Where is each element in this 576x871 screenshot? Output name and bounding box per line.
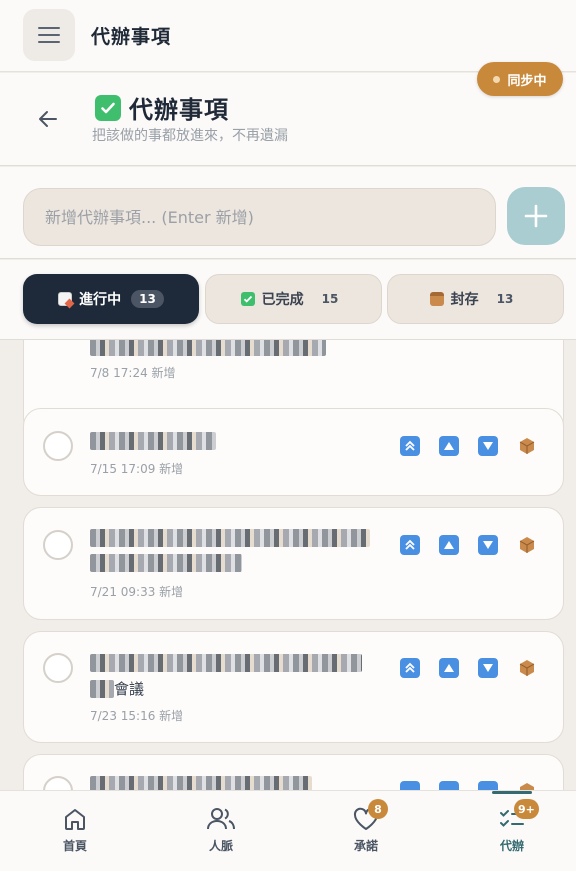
tab-label: 進行中	[79, 292, 122, 308]
triangle-up-icon	[444, 442, 454, 450]
todo-actions	[400, 781, 537, 790]
sync-status-badge: 同步中	[477, 62, 563, 96]
top-bar: 代辦事項	[0, 0, 576, 72]
todo-text-visible: 會議	[114, 680, 145, 698]
complete-checkbox[interactable]	[43, 776, 73, 790]
nav-badge: 8	[368, 799, 388, 819]
move-up-button[interactable]	[439, 436, 459, 456]
triangle-down-icon	[483, 442, 493, 450]
complete-checkbox[interactable]	[43, 530, 73, 560]
todo-text-redacted	[90, 554, 242, 572]
todo-item: 7/21 09:33 新增	[23, 507, 564, 620]
move-up-button[interactable]	[439, 535, 459, 555]
package-icon	[519, 537, 535, 553]
menu-button[interactable]	[23, 9, 75, 61]
check-box-icon	[95, 94, 121, 121]
todo-text-redacted	[90, 654, 362, 672]
page-title-group: 代辦事項	[95, 90, 229, 125]
double-up-icon	[405, 539, 415, 550]
memo-icon	[58, 292, 75, 309]
triangle-down-icon	[483, 541, 493, 549]
move-up-button[interactable]	[439, 658, 459, 678]
todo-text-redacted	[90, 776, 312, 790]
plus-icon	[524, 204, 548, 228]
todo-actions	[400, 658, 537, 678]
todo-actions	[400, 436, 537, 456]
triangle-up-icon	[444, 664, 454, 672]
complete-checkbox[interactable]	[43, 653, 73, 683]
todo-meta: 7/8 17:24 新增	[90, 366, 176, 380]
double-up-icon	[405, 440, 415, 451]
sync-status-label: 同步中	[507, 73, 547, 89]
app-title: 代辦事項	[91, 26, 172, 48]
nav-label: 代辦	[499, 839, 524, 853]
triangle-down-icon	[483, 664, 493, 672]
todo-text-line: 會議	[90, 678, 144, 699]
archive-button[interactable]	[517, 781, 537, 790]
package-icon	[429, 292, 444, 306]
add-todo-button[interactable]	[507, 187, 565, 245]
tab-count: 13	[131, 290, 164, 308]
todo-text-redacted	[90, 432, 216, 450]
tab-archived[interactable]: 封存 13	[387, 274, 564, 324]
todo-text-redacted	[90, 529, 370, 547]
double-up-icon	[405, 662, 415, 673]
check-box-icon	[240, 292, 255, 306]
todo-list[interactable]: 7/8 17:24 新增 7/15 17:09 新增 7/21 09:33 新增	[0, 340, 576, 790]
todo-text-redacted	[90, 679, 114, 698]
new-todo-input[interactable]	[23, 188, 496, 246]
nav-badge: 9+	[514, 799, 539, 819]
new-todo-row	[0, 167, 576, 259]
filter-tabs: 進行中 13 已完成 15 封存 13	[0, 260, 576, 340]
move-down-button[interactable]	[478, 781, 498, 790]
home-icon	[65, 809, 85, 830]
todo-meta: 7/23 15:16 新增	[90, 709, 184, 723]
people-icon	[207, 808, 235, 830]
page-subtitle: 把該做的事都放進來，不再遺漏	[92, 128, 288, 144]
tab-label: 封存	[450, 292, 479, 308]
triangle-up-icon	[444, 541, 454, 549]
archive-button[interactable]	[517, 535, 537, 555]
todo-item: 會議 7/23 15:16 新增	[23, 631, 564, 743]
nav-label: 人脈	[208, 839, 233, 853]
move-top-button[interactable]	[400, 436, 420, 456]
todo-text-redacted	[90, 340, 326, 356]
nav-label: 首頁	[62, 839, 87, 853]
archive-button[interactable]	[517, 658, 537, 678]
package-icon	[520, 783, 534, 790]
move-top-button[interactable]	[400, 535, 420, 555]
nav-label: 承諾	[353, 839, 378, 853]
move-down-button[interactable]	[478, 436, 498, 456]
back-button[interactable]	[30, 101, 66, 137]
todo-actions	[400, 535, 537, 555]
tab-completed[interactable]: 已完成 15	[205, 274, 382, 324]
todo-item: 7/15 17:09 新增	[23, 408, 564, 496]
archive-button[interactable]	[517, 436, 537, 456]
nav-item-promises[interactable]: 承諾 8	[316, 791, 416, 871]
move-down-button[interactable]	[478, 658, 498, 678]
move-down-button[interactable]	[478, 535, 498, 555]
todo-meta: 7/21 09:33 新增	[90, 585, 184, 599]
tab-count: 13	[496, 292, 514, 306]
hamburger-icon	[38, 27, 60, 43]
active-indicator	[492, 791, 532, 794]
nav-item-home[interactable]: 首頁	[25, 791, 125, 871]
tab-in-progress[interactable]: 進行中 13	[23, 274, 199, 324]
move-top-button[interactable]	[400, 658, 420, 678]
complete-checkbox[interactable]	[43, 431, 73, 461]
todo-meta: 7/15 17:09 新增	[90, 462, 184, 476]
sync-dot-icon	[493, 75, 501, 83]
package-icon	[519, 660, 535, 676]
tab-label: 已完成	[261, 292, 304, 308]
nav-item-todos[interactable]: 代辦 9+	[462, 791, 562, 871]
tab-count: 15	[321, 292, 339, 306]
arrow-left-icon	[39, 111, 57, 127]
nav-item-contacts[interactable]: 人脈	[171, 791, 271, 871]
todo-item	[23, 754, 564, 790]
bottom-nav: 首頁 人脈 承諾 8 代辦 9+	[0, 790, 576, 871]
move-top-button[interactable]	[400, 781, 420, 790]
page-title: 代辦事項	[129, 96, 229, 124]
package-icon	[519, 438, 535, 454]
move-up-button[interactable]	[439, 781, 459, 790]
